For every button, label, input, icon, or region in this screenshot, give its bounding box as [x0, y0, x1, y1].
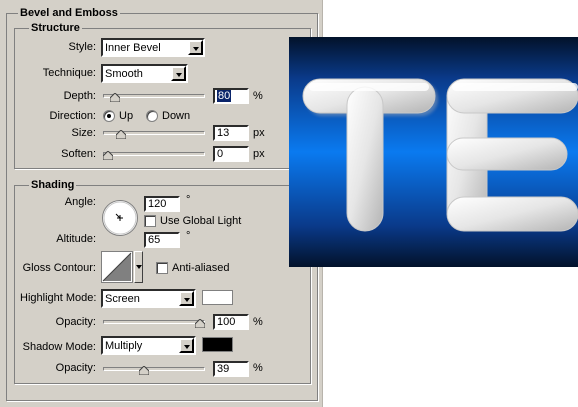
shadow-opacity-slider[interactable] [103, 367, 205, 371]
style-value: Inner Bevel [105, 42, 161, 54]
highlight-color-swatch[interactable] [202, 290, 233, 305]
soften-value: 0 [217, 148, 224, 160]
soften-slider-thumb[interactable] [103, 151, 113, 160]
direction-down-radio[interactable] [146, 110, 158, 122]
size-unit: px [253, 127, 265, 139]
soften-slider[interactable] [103, 152, 205, 156]
highlight-opacity-label: Opacity: [55, 316, 96, 328]
angle-unit: ° [186, 194, 191, 206]
structure-legend: Structure [29, 22, 82, 34]
chevron-down-icon[interactable] [179, 338, 194, 353]
size-slider-thumb[interactable] [115, 130, 126, 139]
highlight-opacity-value: 100 [217, 316, 236, 328]
shading-legend: Shading [29, 179, 77, 191]
altitude-value: 65 [148, 234, 161, 246]
direction-down-label[interactable]: Down [162, 109, 190, 123]
direction-up-radio[interactable] [103, 110, 115, 122]
bevel-emboss-panel: Bevel and Emboss Structure Style: Inner … [0, 0, 323, 407]
highlight-mode-value: Screen [105, 293, 140, 305]
angle-value: 120 [148, 198, 167, 210]
depth-slider-thumb[interactable] [110, 93, 121, 102]
soften-label: Soften: [61, 148, 96, 160]
highlight-opacity-slider-thumb[interactable] [195, 319, 205, 328]
gloss-contour-picker[interactable] [101, 251, 143, 283]
highlight-mode-select[interactable]: Screen [101, 289, 196, 308]
size-value: 13 [217, 127, 230, 139]
gloss-contour-label: Gloss Contour: [22, 262, 96, 274]
size-input[interactable]: 13 [213, 125, 249, 141]
depth-unit: % [253, 90, 263, 102]
contour-preview-icon[interactable] [101, 251, 133, 283]
chevron-down-icon[interactable] [188, 40, 203, 55]
bevel-preview-image [289, 37, 578, 267]
shadow-mode-select[interactable]: Multiply [101, 336, 196, 355]
chevron-down-icon[interactable] [134, 251, 143, 283]
style-label: Style: [68, 41, 96, 53]
panel-title: Bevel and Emboss [18, 7, 120, 19]
shadow-opacity-input[interactable]: 39 [213, 361, 249, 377]
shadow-mode-value: Multiply [105, 340, 143, 352]
angle-dial[interactable] [101, 199, 139, 237]
highlight-opacity-slider[interactable] [103, 320, 205, 324]
use-global-light-checkbox[interactable] [144, 215, 156, 227]
altitude-input[interactable]: 65 [144, 232, 180, 248]
use-global-light-label[interactable]: Use Global Light [160, 214, 241, 228]
angle-label: Angle: [64, 196, 96, 208]
shadow-mode-label: Shadow Mode: [22, 341, 96, 353]
shadow-opacity-label: Opacity: [55, 362, 96, 374]
shadow-opacity-value: 39 [217, 363, 230, 375]
anti-aliased-checkbox[interactable] [156, 262, 168, 274]
shadow-opacity-unit: % [253, 362, 263, 374]
style-select[interactable]: Inner Bevel [101, 38, 205, 57]
direction-up-label[interactable]: Up [119, 109, 133, 123]
technique-select[interactable]: Smooth [101, 64, 188, 83]
technique-value: Smooth [105, 68, 143, 80]
letter-e [446, 78, 578, 232]
depth-input[interactable]: 80 [213, 88, 249, 104]
anti-aliased-label[interactable]: Anti-aliased [172, 261, 229, 275]
angle-input[interactable]: 120 [144, 196, 180, 212]
shadow-opacity-slider-thumb[interactable] [138, 366, 149, 375]
highlight-opacity-input[interactable]: 100 [213, 314, 249, 330]
altitude-unit: ° [186, 230, 191, 242]
highlight-opacity-unit: % [253, 316, 263, 328]
preview-canvas [289, 37, 578, 267]
depth-value: 80 [217, 90, 232, 102]
soften-unit: px [253, 148, 265, 160]
chevron-down-icon[interactable] [171, 66, 186, 81]
shadow-color-swatch[interactable] [202, 337, 233, 352]
technique-label: Technique: [42, 67, 96, 79]
soften-input[interactable]: 0 [213, 146, 249, 162]
altitude-label: Altitude: [56, 233, 96, 245]
depth-label: Depth: [63, 90, 96, 102]
chevron-down-icon[interactable] [179, 291, 194, 306]
size-label: Size: [71, 127, 96, 139]
highlight-mode-label: Highlight Mode: [20, 292, 97, 304]
direction-label: Direction: [49, 110, 96, 122]
